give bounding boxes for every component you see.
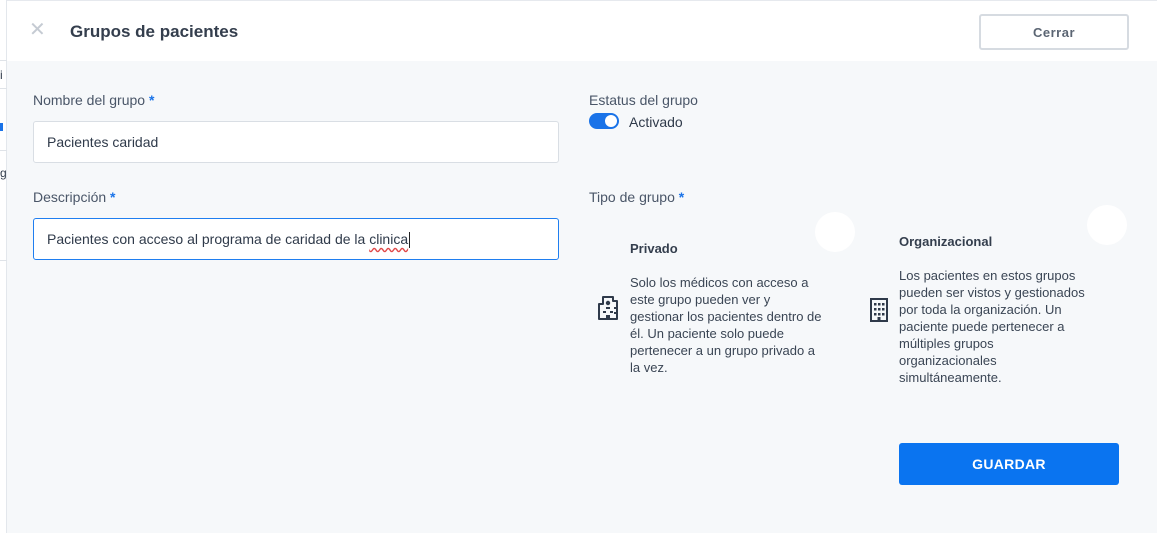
toggle-knob xyxy=(605,115,617,127)
status-label: Estatus del grupo xyxy=(589,92,698,108)
background-text-fragment: g xyxy=(0,166,7,180)
dialog-title: Grupos de pacientes xyxy=(70,22,239,41)
private-building-icon xyxy=(598,296,618,320)
status-value: Activado xyxy=(629,114,683,130)
status-toggle[interactable] xyxy=(589,113,619,129)
dialog-header: ✕ Grupos de pacientes Cerrar xyxy=(7,0,1157,61)
background-accent-mark xyxy=(0,123,3,131)
text-caret xyxy=(409,232,411,249)
description-label: Descripción * xyxy=(33,189,115,205)
required-asterisk: * xyxy=(110,189,116,205)
group-name-value: Pacientes caridad xyxy=(47,134,159,150)
required-asterisk: * xyxy=(678,189,685,205)
private-option-description: Solo los médicos con acceso a este grupo… xyxy=(630,275,822,375)
misspelled-word: clinica xyxy=(369,231,409,247)
group-name-input[interactable]: Pacientes caridad xyxy=(33,121,559,163)
group-type-label-text: Tipo de grupo xyxy=(589,189,675,205)
background-page-strip: i g xyxy=(0,0,7,533)
group-type-label: Tipo de grupo * xyxy=(589,189,684,205)
description-label-text: Descripción xyxy=(33,189,107,205)
organizational-option-title: Organizacional xyxy=(899,234,993,249)
close-button[interactable]: Cerrar xyxy=(979,14,1129,50)
radio-circle-organizational[interactable] xyxy=(1087,205,1127,245)
divider xyxy=(0,88,7,89)
group-name-label-text: Nombre del grupo xyxy=(33,92,146,108)
close-icon[interactable]: ✕ xyxy=(29,20,46,40)
divider xyxy=(0,150,7,151)
background-text-fragment: i xyxy=(0,68,3,82)
private-option-title: Privado xyxy=(630,241,678,256)
description-value: Pacientes con acceso al programa de cari… xyxy=(47,231,370,247)
divider xyxy=(0,260,7,261)
building-icon xyxy=(870,298,888,322)
save-button[interactable]: GUARDAR xyxy=(899,443,1119,485)
radio-circle-private[interactable] xyxy=(815,212,855,252)
divider xyxy=(0,60,7,61)
description-input[interactable]: Pacientes con acceso al programa de cari… xyxy=(33,218,559,260)
organizational-option-description: Los pacientes en estos grupos pueden ser… xyxy=(899,268,1085,385)
group-name-label: Nombre del grupo * xyxy=(33,92,154,108)
required-asterisk: * xyxy=(148,92,155,108)
